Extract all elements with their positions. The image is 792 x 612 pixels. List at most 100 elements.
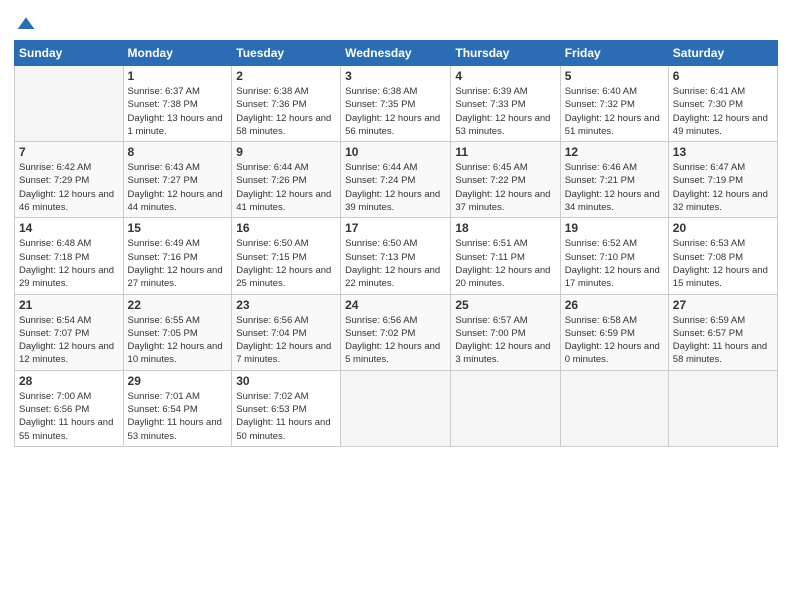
- day-info: Sunrise: 6:44 AMSunset: 7:26 PMDaylight:…: [236, 161, 336, 214]
- day-number: 18: [455, 221, 555, 235]
- day-info: Sunrise: 6:59 AMSunset: 6:57 PMDaylight:…: [673, 314, 773, 367]
- day-cell: 6 Sunrise: 6:41 AMSunset: 7:30 PMDaylight…: [668, 66, 777, 142]
- day-cell: 12 Sunrise: 6:46 AMSunset: 7:21 PMDayligh…: [560, 142, 668, 218]
- weekday-header-monday: Monday: [123, 41, 232, 66]
- logo: [14, 14, 36, 34]
- day-number: 21: [19, 298, 119, 312]
- day-cell: 25Sunrise: 6:57 AMSunset: 7:00 PMDayligh…: [451, 294, 560, 370]
- day-cell: 1 Sunrise: 6:37 AMSunset: 7:38 PMDaylight…: [123, 66, 232, 142]
- day-number: 20: [673, 221, 773, 235]
- day-info: Sunrise: 6:40 AMSunset: 7:32 PMDaylight:…: [565, 85, 664, 138]
- day-number: 23: [236, 298, 336, 312]
- day-cell: 9 Sunrise: 6:44 AMSunset: 7:26 PMDaylight…: [232, 142, 341, 218]
- header: [14, 10, 778, 34]
- day-info: Sunrise: 6:49 AMSunset: 7:16 PMDaylight:…: [128, 237, 228, 290]
- day-cell: 13 Sunrise: 6:47 AMSunset: 7:19 PMDayligh…: [668, 142, 777, 218]
- week-row-0: 1 Sunrise: 6:37 AMSunset: 7:38 PMDaylight…: [15, 66, 778, 142]
- day-cell: 3 Sunrise: 6:38 AMSunset: 7:35 PMDaylight…: [341, 66, 451, 142]
- day-number: 26: [565, 298, 664, 312]
- day-number: 2: [236, 69, 336, 83]
- logo-icon: [16, 14, 36, 34]
- day-cell: 21 Sunrise: 6:54 AMSunset: 7:07 PMDayligh…: [15, 294, 124, 370]
- day-cell: 7 Sunrise: 6:42 AMSunset: 7:29 PMDaylight…: [15, 142, 124, 218]
- day-cell: 5 Sunrise: 6:40 AMSunset: 7:32 PMDaylight…: [560, 66, 668, 142]
- day-cell: 16 Sunrise: 6:50 AMSunset: 7:15 PMDayligh…: [232, 218, 341, 294]
- day-number: 15: [128, 221, 228, 235]
- day-number: 28: [19, 374, 119, 388]
- day-cell: [560, 370, 668, 446]
- day-info: Sunrise: 6:39 AMSunset: 7:33 PMDaylight:…: [455, 85, 555, 138]
- day-info: Sunrise: 6:45 AMSunset: 7:22 PMDaylight:…: [455, 161, 555, 214]
- day-info: Sunrise: 6:41 AMSunset: 7:30 PMDaylight:…: [673, 85, 773, 138]
- day-info: Sunrise: 6:50 AMSunset: 7:13 PMDaylight:…: [345, 237, 446, 290]
- day-number: 5: [565, 69, 664, 83]
- day-info: Sunrise: 7:01 AMSunset: 6:54 PMDaylight:…: [128, 390, 228, 443]
- day-cell: [341, 370, 451, 446]
- day-cell: 18Sunrise: 6:51 AMSunset: 7:11 PMDayligh…: [451, 218, 560, 294]
- day-cell: 30 Sunrise: 7:02 AMSunset: 6:53 PMDayligh…: [232, 370, 341, 446]
- day-info: Sunrise: 6:44 AMSunset: 7:24 PMDaylight:…: [345, 161, 446, 214]
- day-info: Sunrise: 6:52 AMSunset: 7:10 PMDaylight:…: [565, 237, 664, 290]
- day-cell: [668, 370, 777, 446]
- day-cell: 27Sunrise: 6:59 AMSunset: 6:57 PMDayligh…: [668, 294, 777, 370]
- day-number: 16: [236, 221, 336, 235]
- day-number: 6: [673, 69, 773, 83]
- day-number: 25: [455, 298, 555, 312]
- weekday-header-tuesday: Tuesday: [232, 41, 341, 66]
- weekday-header-wednesday: Wednesday: [341, 41, 451, 66]
- day-cell: 11 Sunrise: 6:45 AMSunset: 7:22 PMDayligh…: [451, 142, 560, 218]
- main-container: SundayMondayTuesdayWednesdayThursdayFrid…: [0, 0, 792, 457]
- weekday-header-saturday: Saturday: [668, 41, 777, 66]
- day-number: 1: [128, 69, 228, 83]
- day-cell: 22Sunrise: 6:55 AMSunset: 7:05 PMDayligh…: [123, 294, 232, 370]
- week-row-2: 14Sunrise: 6:48 AMSunset: 7:18 PMDayligh…: [15, 218, 778, 294]
- day-number: 3: [345, 69, 446, 83]
- day-cell: 24 Sunrise: 6:56 AMSunset: 7:02 PMDayligh…: [341, 294, 451, 370]
- day-number: 4: [455, 69, 555, 83]
- week-row-1: 7 Sunrise: 6:42 AMSunset: 7:29 PMDaylight…: [15, 142, 778, 218]
- day-number: 30: [236, 374, 336, 388]
- day-number: 8: [128, 145, 228, 159]
- day-number: 17: [345, 221, 446, 235]
- day-info: Sunrise: 7:00 AMSunset: 6:56 PMDaylight:…: [19, 390, 119, 443]
- day-cell: 8 Sunrise: 6:43 AMSunset: 7:27 PMDaylight…: [123, 142, 232, 218]
- day-number: 7: [19, 145, 119, 159]
- day-cell: 29 Sunrise: 7:01 AMSunset: 6:54 PMDayligh…: [123, 370, 232, 446]
- day-cell: 26 Sunrise: 6:58 AMSunset: 6:59 PMDayligh…: [560, 294, 668, 370]
- day-number: 10: [345, 145, 446, 159]
- day-info: Sunrise: 6:37 AMSunset: 7:38 PMDaylight:…: [128, 85, 228, 138]
- day-number: 11: [455, 145, 555, 159]
- day-info: Sunrise: 6:42 AMSunset: 7:29 PMDaylight:…: [19, 161, 119, 214]
- day-info: Sunrise: 6:38 AMSunset: 7:35 PMDaylight:…: [345, 85, 446, 138]
- day-number: 9: [236, 145, 336, 159]
- day-cell: 10 Sunrise: 6:44 AMSunset: 7:24 PMDayligh…: [341, 142, 451, 218]
- day-info: Sunrise: 6:38 AMSunset: 7:36 PMDaylight:…: [236, 85, 336, 138]
- day-cell: 20 Sunrise: 6:53 AMSunset: 7:08 PMDayligh…: [668, 218, 777, 294]
- week-row-3: 21 Sunrise: 6:54 AMSunset: 7:07 PMDayligh…: [15, 294, 778, 370]
- day-info: Sunrise: 6:56 AMSunset: 7:02 PMDaylight:…: [345, 314, 446, 367]
- day-number: 14: [19, 221, 119, 235]
- day-info: Sunrise: 6:46 AMSunset: 7:21 PMDaylight:…: [565, 161, 664, 214]
- day-number: 13: [673, 145, 773, 159]
- day-info: Sunrise: 6:47 AMSunset: 7:19 PMDaylight:…: [673, 161, 773, 214]
- day-cell: 28 Sunrise: 7:00 AMSunset: 6:56 PMDayligh…: [15, 370, 124, 446]
- day-number: 22: [128, 298, 228, 312]
- day-info: Sunrise: 6:56 AMSunset: 7:04 PMDaylight:…: [236, 314, 336, 367]
- day-number: 29: [128, 374, 228, 388]
- day-info: Sunrise: 6:58 AMSunset: 6:59 PMDaylight:…: [565, 314, 664, 367]
- weekday-header-friday: Friday: [560, 41, 668, 66]
- day-cell: [451, 370, 560, 446]
- weekday-header-sunday: Sunday: [15, 41, 124, 66]
- day-info: Sunrise: 7:02 AMSunset: 6:53 PMDaylight:…: [236, 390, 336, 443]
- weekday-header-thursday: Thursday: [451, 41, 560, 66]
- day-info: Sunrise: 6:54 AMSunset: 7:07 PMDaylight:…: [19, 314, 119, 367]
- weekday-header-row: SundayMondayTuesdayWednesdayThursdayFrid…: [15, 41, 778, 66]
- day-info: Sunrise: 6:43 AMSunset: 7:27 PMDaylight:…: [128, 161, 228, 214]
- day-info: Sunrise: 6:53 AMSunset: 7:08 PMDaylight:…: [673, 237, 773, 290]
- day-info: Sunrise: 6:50 AMSunset: 7:15 PMDaylight:…: [236, 237, 336, 290]
- day-number: 24: [345, 298, 446, 312]
- day-cell: 17 Sunrise: 6:50 AMSunset: 7:13 PMDayligh…: [341, 218, 451, 294]
- day-number: 12: [565, 145, 664, 159]
- day-cell: [15, 66, 124, 142]
- day-number: 19: [565, 221, 664, 235]
